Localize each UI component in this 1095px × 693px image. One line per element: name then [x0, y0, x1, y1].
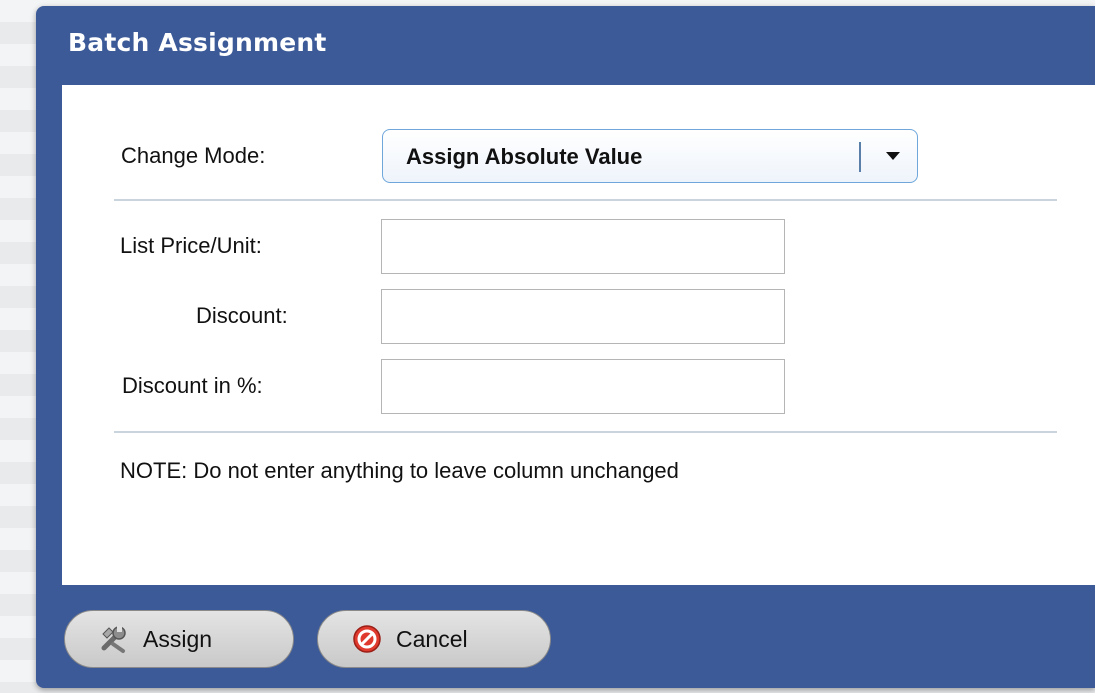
- cancel-icon: [352, 624, 382, 654]
- list-price-label: List Price/Unit:: [120, 233, 262, 258]
- assign-button[interactable]: Assign: [64, 610, 294, 668]
- list-price-input[interactable]: [381, 219, 785, 274]
- wrench-icon: [99, 624, 129, 654]
- discount-label: Discount:: [196, 303, 288, 328]
- cancel-button-label: Cancel: [396, 625, 468, 652]
- note-text: NOTE: Do not enter anything to leave col…: [120, 458, 679, 483]
- chevron-down-icon[interactable]: [886, 152, 900, 160]
- assign-button-label: Assign: [143, 625, 213, 652]
- divider-bottom: [114, 431, 1057, 433]
- dropdown-separator: [859, 142, 861, 172]
- discount-input[interactable]: [381, 289, 785, 344]
- dialog-content: Change Mode: Assign Absolute Value List …: [62, 85, 1095, 585]
- batch-assignment-dialog: Batch Assignment Change Mode: Assign Abs…: [36, 6, 1095, 688]
- divider-top: [114, 199, 1057, 201]
- cancel-button[interactable]: Cancel: [317, 610, 551, 668]
- discount-pct-label: Discount in %:: [122, 373, 263, 398]
- change-mode-dropdown[interactable]: Assign Absolute Value: [382, 129, 918, 183]
- discount-pct-input[interactable]: [381, 359, 785, 414]
- change-mode-label: Change Mode:: [121, 143, 266, 168]
- dialog-title: Batch Assignment: [68, 28, 327, 57]
- change-mode-selected-value: Assign Absolute Value: [406, 144, 643, 169]
